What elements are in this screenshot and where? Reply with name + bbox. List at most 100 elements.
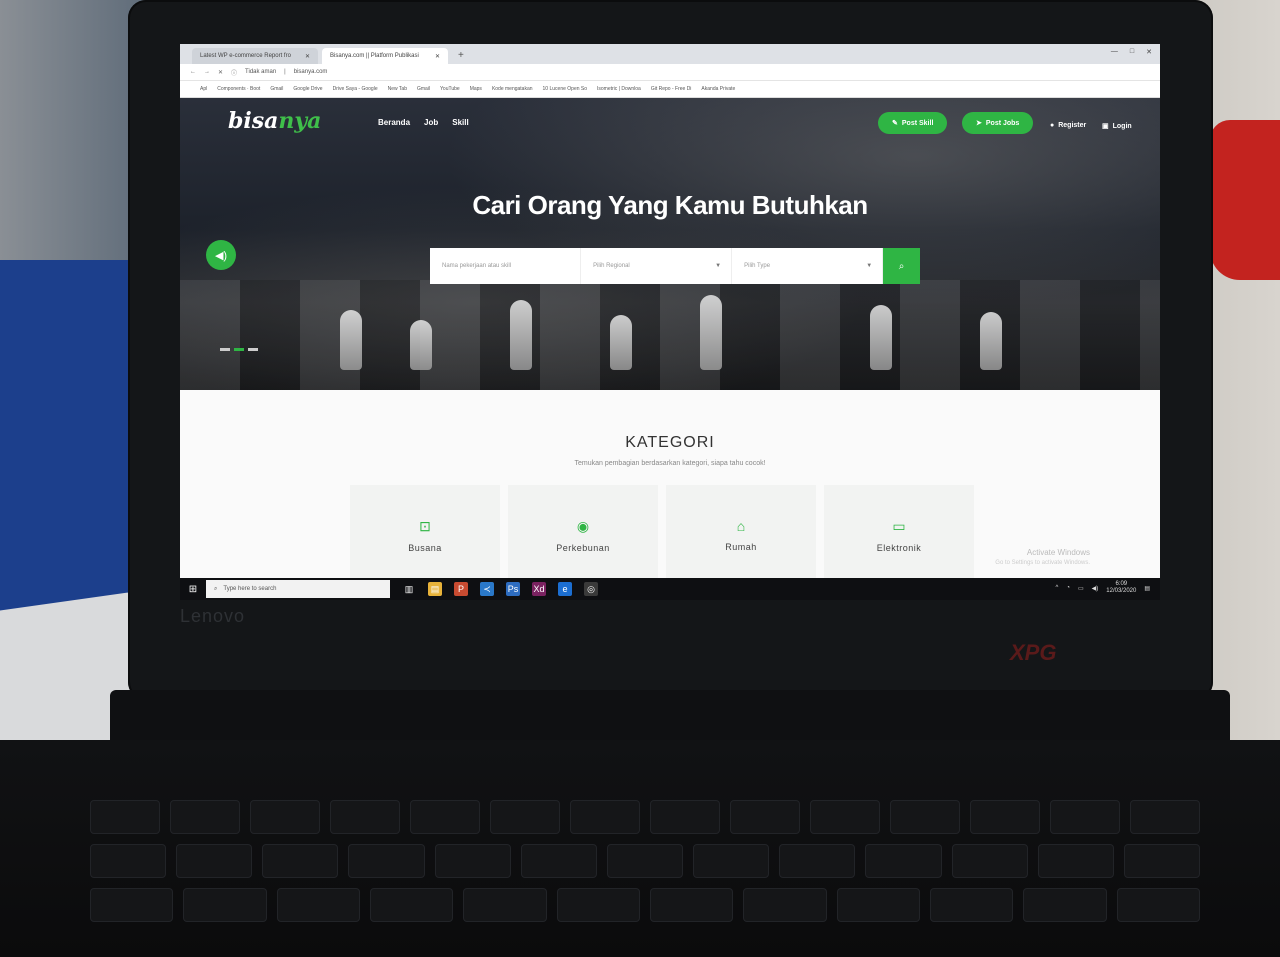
taskbar-search-input[interactable]: ⌕ Type here to search: [206, 580, 390, 598]
xd-icon[interactable]: Xd: [532, 582, 546, 596]
chevron-down-icon: ▼: [866, 263, 873, 269]
bookmark-item[interactable]: Gmail: [417, 86, 430, 92]
login-link[interactable]: ▣ Login: [1102, 122, 1132, 131]
category-card-perkebunan[interactable]: ◉ Perkebunan: [508, 485, 658, 585]
post-jobs-label: Post Jobs: [985, 119, 1020, 127]
chess-pawn: [700, 295, 722, 370]
maximize-icon[interactable]: □: [1130, 48, 1134, 56]
bookmark-item[interactable]: Components · Boot: [217, 86, 260, 92]
minimize-icon[interactable]: —: [1111, 48, 1118, 56]
info-icon: ⓘ: [231, 70, 238, 77]
bookmark-item[interactable]: Akanda Private: [701, 86, 735, 92]
nav-beranda[interactable]: Beranda: [378, 118, 410, 127]
task-view-icon[interactable]: ▥: [402, 582, 416, 596]
taskbar-search-placeholder: Type here to search: [223, 586, 277, 592]
post-skill-button[interactable]: ✎ Post Skill: [878, 112, 948, 134]
post-skill-label: Post Skill: [901, 119, 934, 127]
chrome-icon[interactable]: ◎: [584, 582, 598, 596]
kategori-section: KATEGORI Temukan pembagian berdasarkan k…: [180, 390, 1160, 585]
main-nav: Beranda Job Skill: [378, 118, 469, 127]
volume-icon[interactable]: ◀): [1092, 585, 1099, 592]
browser-tab-active[interactable]: Bisanya.com || Platform Publikasi ✕: [322, 48, 448, 64]
category-label: Elektronik: [876, 542, 922, 553]
region-select[interactable]: Pilih Regional ▼: [581, 248, 733, 284]
bezel-brand: Lenovo: [180, 606, 246, 626]
blue-container: [0, 260, 140, 620]
category-card-busana[interactable]: ⊡ Busana: [350, 485, 500, 585]
chevron-up-icon[interactable]: ^: [1056, 585, 1059, 591]
job-search-input[interactable]: Nama pekerjaan atau skill: [430, 248, 582, 284]
close-icon[interactable]: ✕: [305, 53, 310, 60]
chess-pawn: [510, 300, 532, 370]
forward-icon[interactable]: →: [204, 69, 210, 75]
system-clock[interactable]: 6:09 12/03/2020: [1106, 581, 1136, 595]
vscode-icon[interactable]: ≺: [480, 582, 494, 596]
type-select[interactable]: Pilih Type ▼: [732, 248, 884, 284]
clock-date: 12/03/2020: [1106, 588, 1137, 594]
site-logo[interactable]: bisanya: [228, 108, 321, 134]
category-card-elektronik[interactable]: ▭ Elektronik: [824, 485, 974, 585]
bookmark-item[interactable]: Gmail: [270, 86, 283, 92]
bookmark-item[interactable]: Google Drive: [293, 86, 322, 92]
chess-pawn: [610, 315, 632, 370]
monitor-icon: ▭: [892, 517, 906, 534]
edge-icon[interactable]: e: [558, 582, 572, 596]
network-icon[interactable]: ◔: [1066, 585, 1070, 591]
category-label: Perkebunan: [556, 542, 610, 553]
close-icon[interactable]: ✕: [435, 53, 440, 60]
key-row: [90, 844, 1201, 878]
slider-dot-active[interactable]: [234, 348, 244, 351]
activate-windows-subtext: Go to Settings to activate Windows.: [995, 560, 1090, 566]
url-input[interactable]: bisanya.com: [294, 69, 328, 75]
bookmark-item[interactable]: Isometric | Downloa: [597, 86, 641, 92]
dashboard-icon: ◉: [576, 517, 590, 534]
back-icon[interactable]: ←: [190, 69, 196, 75]
address-separator: |: [284, 69, 286, 75]
slider-dot[interactable]: [220, 348, 230, 351]
address-bar: ← → ✕ ⓘ Tidak aman | bisanya.com: [180, 64, 1160, 81]
security-label: Tidak aman: [245, 69, 277, 75]
search-button[interactable]: ⌕: [883, 248, 920, 284]
file-explorer-icon[interactable]: ▤: [428, 582, 442, 596]
bookmark-item[interactable]: Kode mengatakan: [492, 86, 533, 92]
bookmark-item[interactable]: Git Repo - Free Di: [651, 86, 692, 92]
stop-icon[interactable]: ✕: [218, 69, 223, 76]
chess-pawn: [980, 312, 1002, 370]
search-bar: Nama pekerjaan atau skill Pilih Regional…: [430, 248, 920, 284]
close-window-icon[interactable]: ✕: [1146, 48, 1152, 56]
bookmark-item[interactable]: Drive Saya - Google: [333, 86, 378, 92]
bookmark-item[interactable]: 10 Lucene Open So: [543, 86, 587, 92]
browser-tab[interactable]: Latest WP e-commerce Report fro ✕: [192, 48, 318, 64]
slider-indicators: [220, 348, 258, 351]
bookmarks-bar: Apl Components · Boot Gmail Google Drive…: [180, 81, 1160, 98]
logo-accent-text: nya: [278, 108, 322, 134]
bookmark-item[interactable]: Apl: [200, 86, 207, 92]
tab-label: Bisanya.com || Platform Publikasi: [330, 53, 419, 59]
bookmark-item[interactable]: New Tab: [388, 86, 407, 92]
post-jobs-button[interactable]: ➤ Post Jobs: [962, 112, 1034, 134]
sound-toggle-button[interactable]: ◀): [206, 240, 236, 270]
notification-icon[interactable]: ▤: [1144, 585, 1150, 592]
chess-pawn: [870, 305, 892, 370]
chess-pawn: [410, 320, 432, 370]
windows-start-icon[interactable]: ⊞: [180, 584, 206, 595]
nav-job[interactable]: Job: [424, 118, 438, 127]
paper-plane-icon: ➤: [976, 120, 982, 127]
bookmark-item[interactable]: Maps: [470, 86, 482, 92]
bookmark-item[interactable]: YouTube: [440, 86, 460, 92]
login-label: Login: [1112, 122, 1132, 130]
photoshop-icon[interactable]: Ps: [506, 582, 520, 596]
slider-dot[interactable]: [248, 348, 258, 351]
register-link[interactable]: ● Register: [1050, 122, 1086, 129]
type-placeholder: Pilih Type: [744, 263, 771, 269]
nav-skill[interactable]: Skill: [452, 118, 468, 127]
taskbar-apps: ▥ ▤ P ≺ Ps Xd e ◎: [390, 582, 598, 596]
window-controls: — □ ✕: [1111, 48, 1152, 56]
clock-time: 6:09: [1115, 581, 1128, 587]
powerpoint-icon[interactable]: P: [454, 582, 468, 596]
category-card-rumah[interactable]: ⌂ Rumah: [666, 485, 816, 585]
new-tab-icon[interactable]: +: [452, 50, 470, 64]
battery-icon[interactable]: ▭: [1078, 585, 1084, 592]
tab-label: Latest WP e-commerce Report fro: [200, 53, 291, 59]
key-row: [90, 888, 1200, 922]
